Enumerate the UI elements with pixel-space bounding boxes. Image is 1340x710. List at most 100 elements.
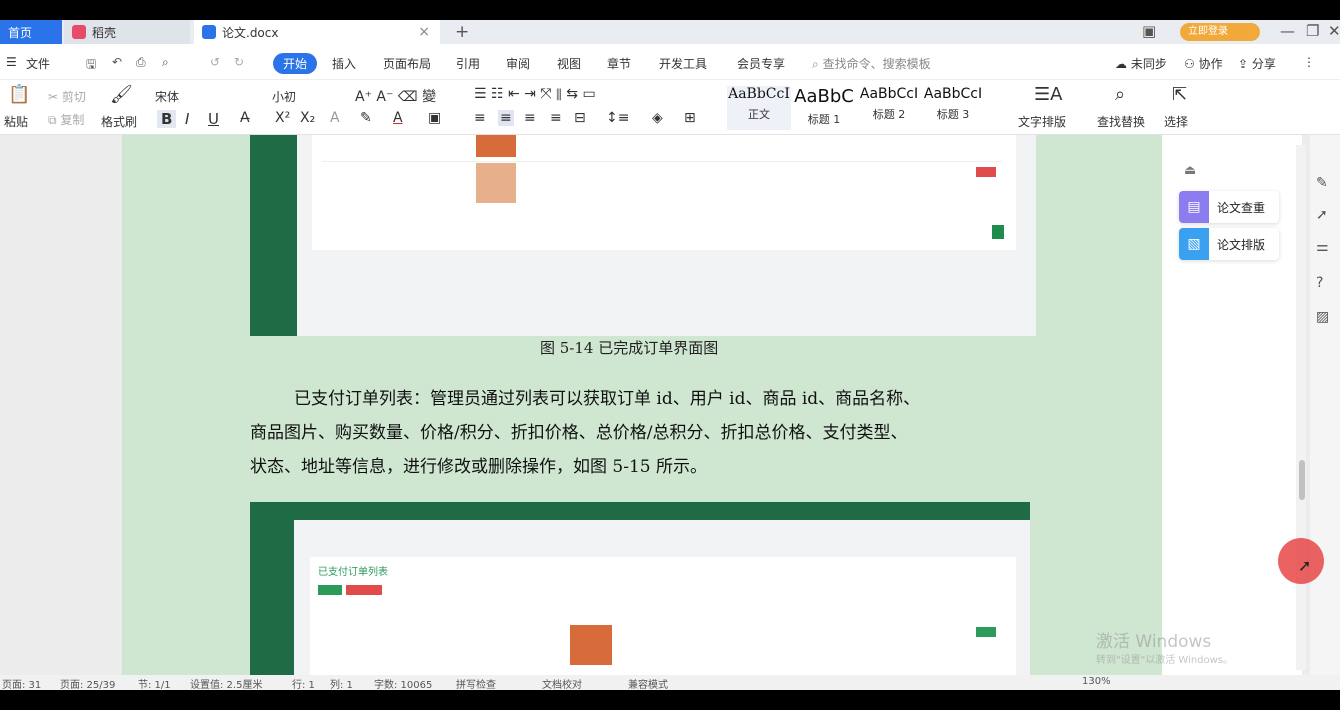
share-button[interactable]: ⇪ 分享 [1238,55,1276,72]
style-heading-2-label: 标题 2 [872,108,906,121]
paper-format-button[interactable]: ▧ 论文排版 [1179,228,1279,260]
align-center-icon[interactable]: ≡ [498,110,514,126]
tab-daoke[interactable]: 稻壳 [64,20,190,44]
paste-icon[interactable]: 📋 [8,84,30,105]
zoom-level[interactable]: 130% [1082,676,1111,687]
menu-review[interactable]: 审阅 [506,55,530,72]
image-icon[interactable]: ▨ [1316,309,1329,325]
tab-daoke-label: 稻壳 [92,25,117,40]
font-name-select[interactable]: 宋体 [155,88,179,105]
menu-member[interactable]: 会员专享 [737,55,785,72]
bold-button[interactable]: B [157,110,177,128]
style-heading-1[interactable]: AaBbC 标题 1 [793,86,855,130]
distribute-icon[interactable]: ⊟ [574,110,586,126]
italic-button[interactable]: I [185,110,189,128]
scrollbar-thumb[interactable] [1299,460,1305,500]
format-painter-button[interactable]: 格式刷 [101,113,137,130]
copy-button[interactable]: ⧉ 复制 [48,111,84,128]
paper-format-label: 论文排版 [1217,237,1266,252]
text-layout-button[interactable]: 文字排版 [1018,113,1066,130]
help-icon[interactable]: ? [1316,275,1323,291]
style-heading-1-sample: AaBbC [794,86,854,107]
side-toolbar: ✎ ➚ ⚌ ? ▨ [1310,135,1340,675]
grow-font-icon[interactable]: A⁺ A⁻ ⌫ 變 [355,86,436,106]
paper-check-button[interactable]: ▤ 论文查重 [1179,191,1279,223]
menu-insert[interactable]: 插入 [332,55,356,72]
redo-icon[interactable]: ↻ [234,55,244,69]
find-replace-icon[interactable]: ⌕ [1115,84,1125,105]
print-icon[interactable]: ⎙ [136,55,146,70]
paste-button[interactable]: 粘贴 [4,113,28,130]
collapse-icon[interactable]: ⏏ [1184,163,1196,178]
tab-document[interactable]: 论文.docx × [194,20,440,44]
more-icon[interactable]: ⋮ [1303,55,1315,69]
borders-icon[interactable]: ⊞ [684,110,696,126]
daoke-icon [72,25,86,39]
screenshot-header [250,502,1030,520]
menu-page-layout[interactable]: 页面布局 [383,55,431,72]
command-search-placeholder: 查找命令、搜索模板 [822,57,931,71]
menu-view[interactable]: 视图 [557,55,581,72]
select-button[interactable]: 选择 [1164,113,1188,130]
tab-home[interactable]: 首页 [0,20,62,44]
spell-check-button[interactable]: 拼写检查 [456,676,496,691]
doc-check-button[interactable]: 文档校对 [542,676,582,691]
align-right-icon[interactable]: ≡ [524,110,536,126]
menu-file[interactable]: 文件 [26,55,50,72]
sync-button[interactable]: ☁ 未同步 [1115,55,1167,72]
login-button[interactable]: 立即登录 [1180,23,1260,41]
superscript-icon[interactable]: X² [275,110,290,126]
adjust-icon[interactable]: ⚌ [1316,239,1329,255]
minimize-icon[interactable]: — [1280,22,1295,40]
select-icon[interactable]: ⇱ [1172,84,1187,105]
vertical-scrollbar[interactable] [1296,145,1306,670]
find-replace-button[interactable]: 查找替换 [1097,113,1145,130]
style-heading-3[interactable]: AaBbCcI 标题 3 [922,86,984,130]
command-search[interactable]: ⌕ 查找命令、搜索模板 [812,55,931,72]
status-setting: 设置值: 2.5厘米 [190,680,263,691]
style-normal[interactable]: AaBbCcI 正文 [727,86,791,130]
status-row: 行: 1 [292,680,315,691]
screenshot-content: 已支付订单列表 [310,557,1016,675]
char-border-icon[interactable]: ▣ [428,110,441,126]
subscript-icon[interactable]: X₂ [300,110,315,126]
layout-icon[interactable]: ▣ [1142,22,1156,40]
text-layout-icon[interactable]: ☰A [1034,84,1062,105]
font-color-icon[interactable]: A [393,110,403,126]
collab-button[interactable]: ⚇ 协作 [1184,55,1223,72]
shading-icon[interactable]: ◈ [652,110,663,126]
format-painter-icon[interactable]: 🖌 [110,84,133,105]
menu-developer[interactable]: 开发工具 [659,55,707,72]
menu-references[interactable]: 引用 [456,55,480,72]
pager-thumb [992,225,1004,239]
strikethrough-icon[interactable]: A̶ [240,110,250,126]
hamburger-icon[interactable]: ☰ [6,55,17,69]
pen-icon[interactable]: ✎ [1316,175,1328,191]
undo-icon[interactable]: ↺ [210,55,220,69]
underline-button[interactable]: U [208,110,219,128]
status-words[interactable]: 字数: 10065 [374,676,432,691]
close-tab-icon[interactable]: × [418,24,430,40]
menu-home[interactable]: 开始 [273,53,318,74]
highlight-icon[interactable]: ✎ [360,110,372,126]
menu-chapter[interactable]: 章节 [607,55,631,72]
line-spacing-icon[interactable]: ↕≡ [606,110,629,126]
style-heading-2[interactable]: AaBbCcI 标题 2 [858,86,920,130]
text-effect-icon[interactable]: A [330,110,340,126]
save-icon[interactable]: 🖫 [86,55,96,76]
close-window-icon[interactable]: ✕ [1328,22,1340,40]
undo-history-icon[interactable]: ↶ [112,55,122,69]
print-preview-icon[interactable]: ⌕ [162,55,169,70]
font-size-select[interactable]: 小初 [272,88,296,105]
document-page[interactable]: 图 5-14 已完成订单界面图 已支付订单列表：管理员通过列表可以获取订单 id… [122,135,1162,675]
edit-button-thumb [976,627,996,637]
cloud-icon: ☁ [1115,57,1127,71]
share-icon: ⇪ [1238,57,1249,71]
new-tab-button[interactable]: + [455,22,469,42]
pointer-icon[interactable]: ➚ [1316,207,1328,223]
justify-icon[interactable]: ≡ [550,110,562,126]
cut-button[interactable]: ✂ 剪切 [48,88,86,105]
bullet-list-icon[interactable]: ☰ ☷ ⇤ ⇥ ⤧ ⦀ ⇆ ▭ [474,86,596,102]
restore-icon[interactable]: ❐ [1306,22,1319,40]
align-left-icon[interactable]: ≡ [474,110,486,126]
